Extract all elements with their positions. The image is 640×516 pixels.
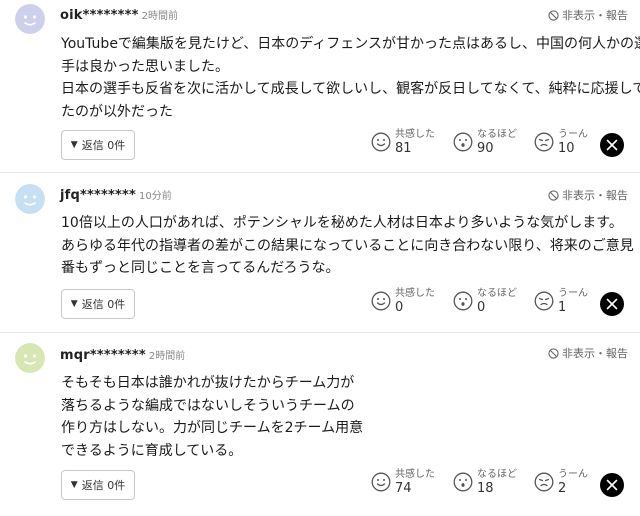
reply-button[interactable]: ▼ 返信 0件 [61,130,135,160]
reaction-empathy[interactable]: 共感した 81 [371,128,435,157]
username[interactable]: jfq******** [60,188,136,203]
comment-body: 10倍以上の人口があれば、ポテンシャルを秘めた人材は日本より多いような気がします… [61,215,634,276]
reply-label: 返信 0件 [81,139,126,152]
surprised-face-icon [453,132,473,152]
reaction-hmm[interactable]: うーん 10 [534,128,588,157]
reaction-empathy[interactable]: 共感した 74 [371,468,435,497]
comment-item: jfq******** 10分前 非表示・報告 10倍以上の人口があれば、ポテン… [0,173,640,333]
reaction-count: 0 [395,300,404,315]
confused-face-icon [534,472,554,492]
comment-meta: jfq******** 10分前 [60,187,172,203]
comment-body: そもそも日本は誰かれが抜けたからチーム力が 落ちるような編成ではないしそういうチ… [61,375,364,459]
caret-down-icon: ▼ [70,299,78,309]
comment-body: YouTubeで編集版を見たけど、日本のディフェンスが甘かった点はあるし、中国の… [61,36,640,120]
reaction-count: 0 [477,300,486,315]
reaction-count: 10 [558,141,575,156]
reaction-count: 81 [395,141,412,156]
reaction-label: なるほど [477,469,517,480]
prohibited-icon [548,189,559,201]
smile-face-icon [371,472,391,492]
reaction-hmm[interactable]: うーん 1 [534,287,588,316]
username[interactable]: mqr******** [60,348,146,363]
username[interactable]: oik******** [60,8,139,23]
reaction-label: 共感した [395,129,435,140]
hide-report-label: 非表示・報告 [562,347,628,360]
caret-down-icon: ▼ [70,480,78,490]
smile-face-icon [371,291,391,311]
confused-face-icon [534,291,554,311]
avatar[interactable] [15,343,45,373]
reply-label: 返信 0件 [81,298,126,311]
comment-meta: mqr******** 2時間前 [60,347,185,363]
x-logo-icon [606,479,618,491]
prohibited-icon [548,9,559,21]
reaction-count: 74 [395,481,412,496]
reply-label: 返信 0件 [81,479,126,492]
confused-face-icon [534,132,554,152]
share-x-button[interactable] [600,473,624,497]
reaction-hmm[interactable]: うーん 2 [534,468,588,497]
hide-report-link[interactable]: 非表示・報告 [548,7,628,23]
reaction-count: 1 [558,300,567,315]
reaction-count: 2 [558,481,567,496]
reaction-indeed[interactable]: なるほど 0 [453,287,517,316]
reaction-label: うーん [558,469,588,480]
comment-item: mqr******** 2時間前 非表示・報告 そもそも日本は誰かれが抜けたから… [0,333,640,516]
prohibited-icon [548,347,559,359]
hide-report-label: 非表示・報告 [562,189,628,202]
smile-face-icon [371,132,391,152]
reaction-label: うーん [558,129,588,140]
share-x-button[interactable] [600,292,624,316]
surprised-face-icon [453,472,473,492]
reaction-label: うーん [558,288,588,299]
reply-button[interactable]: ▼ 返信 0件 [61,470,135,500]
x-logo-icon [606,298,618,310]
hide-report-link[interactable]: 非表示・報告 [548,187,628,203]
share-x-button[interactable] [600,133,624,157]
reaction-indeed[interactable]: なるほど 18 [453,468,517,497]
reaction-label: 共感した [395,288,435,299]
reaction-label: なるほど [477,129,517,140]
reaction-count: 18 [477,481,494,496]
surprised-face-icon [453,291,473,311]
comment-item: oik******** 2時間前 非表示・報告 YouTubeで編集版を見たけど… [0,0,640,166]
hide-report-link[interactable]: 非表示・報告 [548,345,628,361]
avatar[interactable] [15,184,45,214]
reaction-indeed[interactable]: なるほど 90 [453,128,517,157]
reply-button[interactable]: ▼ 返信 0件 [61,289,135,319]
hide-report-label: 非表示・報告 [562,9,628,22]
reaction-empathy[interactable]: 共感した 0 [371,287,435,316]
timestamp: 2時間前 [148,351,186,362]
avatar[interactable] [15,4,45,34]
comment-meta: oik******** 2時間前 [60,7,178,23]
timestamp: 10分前 [139,191,172,202]
timestamp: 2時間前 [141,11,178,22]
caret-down-icon: ▼ [70,140,78,150]
x-logo-icon [606,139,618,151]
reaction-label: なるほど [477,288,517,299]
reaction-label: 共感した [395,469,435,480]
reaction-count: 90 [477,141,494,156]
